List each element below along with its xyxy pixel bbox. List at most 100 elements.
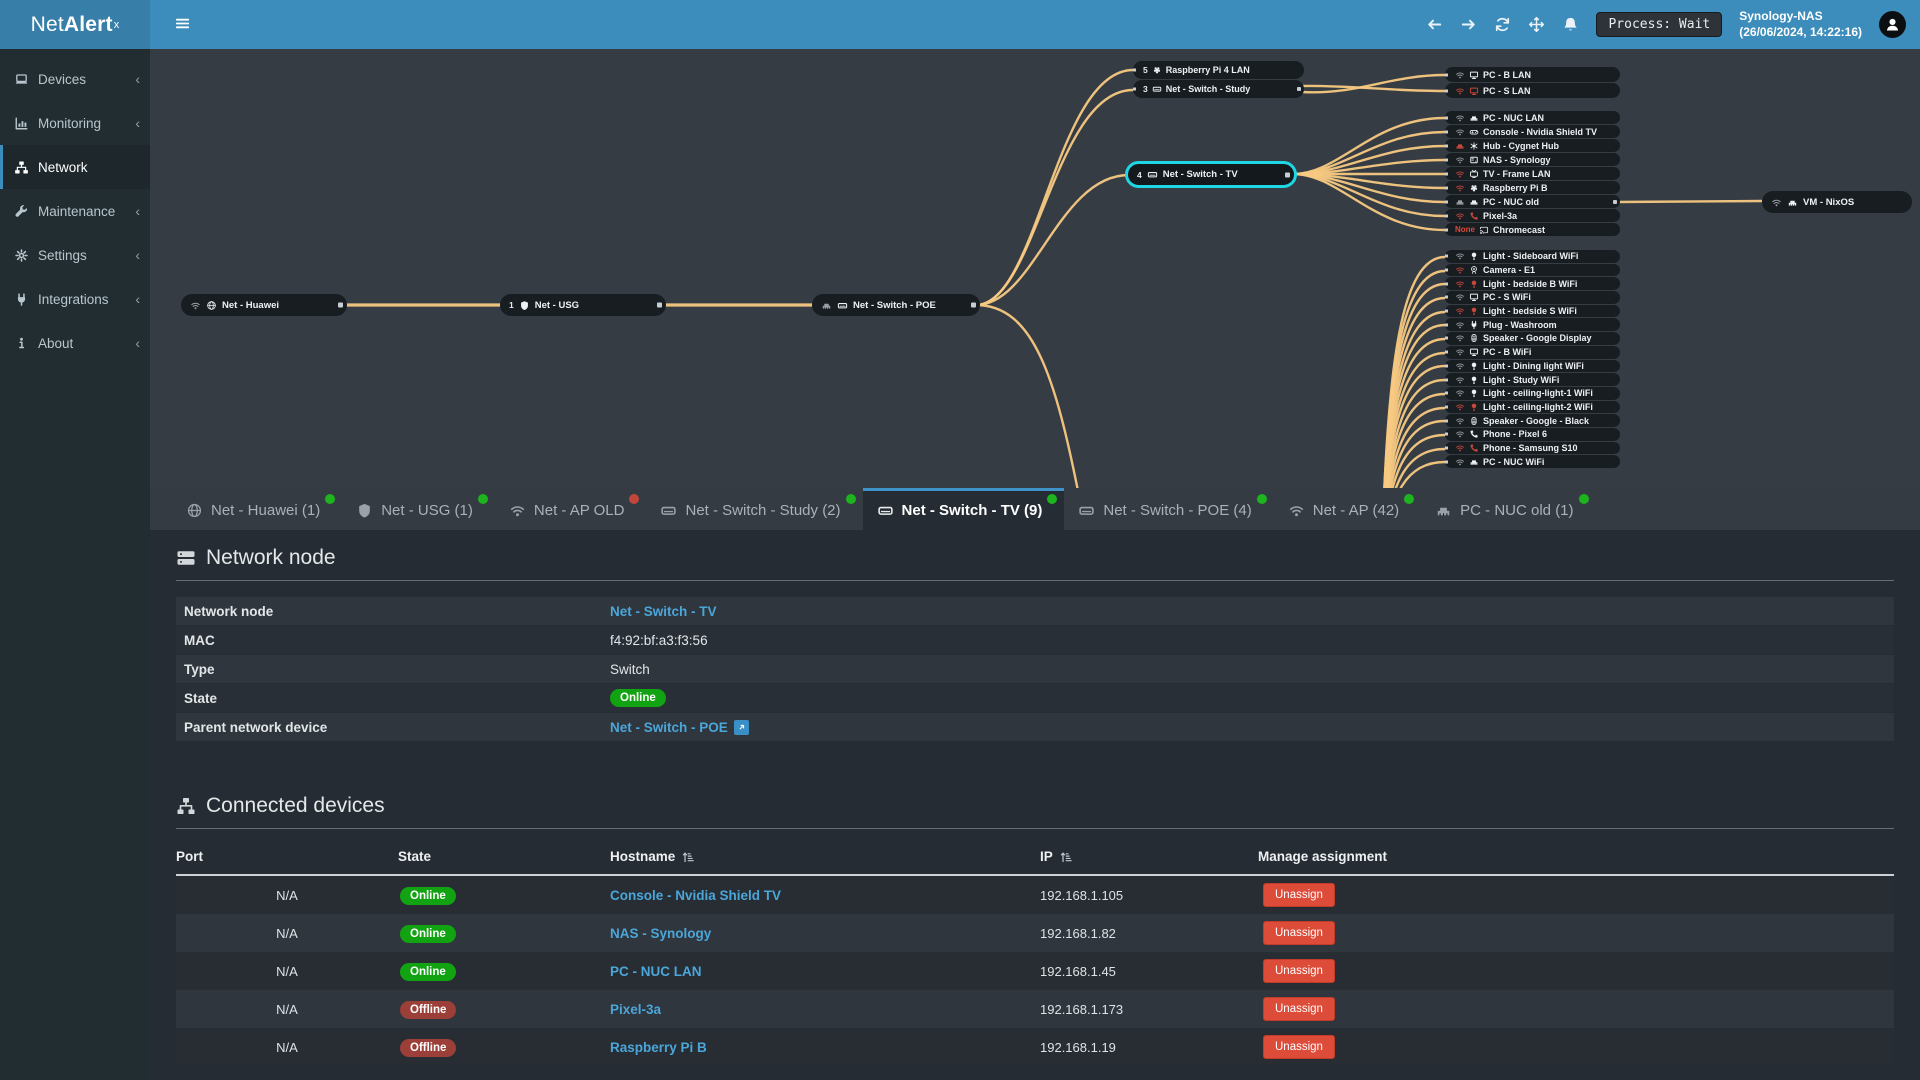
device-node[interactable]: Pixel-3a [1445, 209, 1620, 222]
unassign-button[interactable]: Unassign [1263, 883, 1335, 907]
device-node[interactable]: Phone - Pixel 6 [1445, 427, 1620, 441]
device-node[interactable]: Light - Study WiFi [1445, 373, 1620, 386]
device-node[interactable]: Camera - E1 [1445, 263, 1620, 277]
unassign-button[interactable]: Unassign [1263, 921, 1335, 945]
network-node-tab[interactable]: Net - Switch - Study (2) [646, 488, 862, 530]
network-node-tab[interactable]: Net - AP (42) [1274, 488, 1421, 530]
hostname-link[interactable]: PC - NUC LAN [610, 964, 1040, 979]
device-icon [1469, 211, 1479, 221]
diagram-node-net-switch-tv-selected[interactable]: 4 Net - Switch - TV [1125, 161, 1297, 188]
notifications-bell-icon[interactable] [1562, 16, 1579, 33]
sidebar-item[interactable]: Monitoring ‹ [0, 101, 150, 145]
diagram-node-net-huawei[interactable]: Net - Huawei [181, 294, 347, 316]
node-label: PC - NUC LAN [1483, 112, 1544, 123]
network-topology-diagram[interactable]: Net - Huawei 1 Net - USG Net - Switch - … [150, 49, 1920, 488]
topology-links [345, 68, 1763, 488]
hostname-link[interactable]: Pixel-3a [610, 1002, 1040, 1017]
network-node-tab[interactable]: Net - Switch - POE (4) [1064, 488, 1273, 530]
device-node[interactable]: Speaker - Google Display [1445, 332, 1620, 345]
sidebar-item[interactable]: Maintenance ‹ [0, 189, 150, 233]
device-icon [1469, 416, 1479, 426]
node-label: Light - bedside B WiFi [1483, 278, 1578, 289]
sidebar-item-label: Settings [38, 247, 87, 263]
device-node[interactable]: Plug - Washroom [1445, 318, 1620, 332]
device-node[interactable]: PC - S WiFi [1445, 291, 1620, 304]
device-node[interactable]: Speaker - Google - Black [1445, 414, 1620, 427]
parent-device-link[interactable]: Net - Switch - POE [610, 720, 728, 735]
network-node-tab[interactable]: Net - Huawei (1) [172, 488, 342, 530]
type-value: Switch [610, 661, 650, 677]
sidebar-item[interactable]: Devices ‹ [0, 57, 150, 101]
unassign-button[interactable]: Unassign [1263, 997, 1335, 1021]
hostname-link[interactable]: NAS - Synology [610, 926, 1040, 941]
diagram-node-vm-nixos[interactable]: VM - NixOS [1762, 191, 1912, 213]
move-pan-icon[interactable] [1528, 16, 1545, 33]
device-node[interactable]: Light - Dining light WiFi [1445, 359, 1620, 373]
netalertx-app: Net Alert x Process: Wait Synology-NAS (26… [0, 0, 1920, 1080]
network-node-tab[interactable]: PC - NUC old (1) [1421, 488, 1595, 530]
state-cell: Online [398, 886, 610, 905]
device-icon [1469, 127, 1479, 137]
device-node[interactable]: Raspberry Pi B [1445, 181, 1620, 194]
sort-icon[interactable] [681, 850, 695, 864]
device-node[interactable]: PC - NUC LAN [1445, 111, 1620, 124]
device-node[interactable]: Light - ceiling-light-1 WiFi [1445, 386, 1620, 400]
port-cell: N/A [276, 925, 298, 941]
device-node[interactable]: Light - ceiling-light-2 WiFi [1445, 400, 1620, 414]
node-label: Camera - E1 [1483, 265, 1536, 276]
state-badge: Online [610, 689, 666, 707]
nav-forward-icon[interactable] [1460, 16, 1477, 33]
device-node[interactable]: PC - B WiFi [1445, 345, 1620, 359]
app-logo[interactable]: Net Alert x [0, 0, 150, 49]
device-node[interactable]: PC - B LAN [1445, 67, 1620, 82]
node-details-panel: Network node Network node Net - Switch -… [150, 530, 1920, 1079]
column-header-ip[interactable]: IP [1040, 849, 1258, 864]
connection-icon [1455, 70, 1465, 80]
device-node[interactable]: Light - Sideboard WiFi [1445, 250, 1620, 263]
sidebar: Devices ‹ Monitoring ‹ Network Maintenan… [0, 49, 150, 1080]
device-node[interactable]: PC - NUC WiFi [1445, 455, 1620, 468]
device-node[interactable]: PC - S LAN [1445, 83, 1620, 98]
unassign-button[interactable]: Unassign [1263, 1035, 1335, 1059]
diagram-node-net-usg[interactable]: 1 Net - USG [500, 294, 666, 316]
device-node[interactable]: Console - Nvidia Shield TV [1445, 125, 1620, 138]
diagram-node[interactable]: 3 Net - Switch - Study [1133, 80, 1304, 98]
network-node-tab[interactable]: Net - AP OLD [495, 488, 647, 530]
hostname-link[interactable]: Raspberry Pi B [610, 1040, 1040, 1055]
connection-icon [1455, 443, 1465, 453]
sort-icon[interactable] [1059, 850, 1073, 864]
device-node[interactable]: Hub - Cygnet Hub [1445, 139, 1620, 152]
device-node[interactable]: NAS - Synology [1445, 153, 1620, 166]
sidebar-item[interactable]: Integrations ‹ [0, 277, 150, 321]
sidebar-item[interactable]: Network [0, 145, 150, 189]
connection-icon [1455, 292, 1465, 302]
device-node[interactable]: Light - bedside B WiFi [1445, 277, 1620, 291]
sidebar-item[interactable]: About ‹ [0, 321, 150, 365]
external-link-icon[interactable] [733, 719, 749, 735]
process-status-badge[interactable]: Process: Wait [1596, 12, 1723, 37]
device-node[interactable]: Light - bedside S WiFi [1445, 304, 1620, 318]
diagram-node-net-switch-poe[interactable]: Net - Switch - POE [812, 294, 980, 316]
diagram-node[interactable]: 5 Raspberry Pi 4 LAN [1133, 61, 1304, 79]
child-count-badge: 4 [1137, 169, 1142, 180]
refresh-icon[interactable] [1494, 16, 1511, 33]
sidebar-item[interactable]: Settings ‹ [0, 233, 150, 277]
node-label: Speaker - Google Display [1483, 333, 1592, 344]
network-node-link[interactable]: Net - Switch - TV [610, 604, 717, 619]
sidebar-toggle-icon[interactable] [164, 0, 200, 49]
device-node[interactable]: TV - Frame LAN [1445, 167, 1620, 180]
device-node[interactable]: Phone - Samsung S10 [1445, 441, 1620, 455]
nav-back-icon[interactable] [1426, 16, 1443, 33]
hostname-link[interactable]: Console - Nvidia Shield TV [610, 888, 1040, 903]
sidebar-item-icon [14, 248, 29, 263]
tab-label: Net - Huawei (1) [211, 502, 321, 519]
device-node[interactable]: None Chromecast [1445, 223, 1620, 236]
device-node[interactable]: PC - NUC old [1445, 195, 1620, 208]
network-node-tab[interactable]: Net - USG (1) [342, 488, 495, 530]
network-node-tab[interactable]: Net - Switch - TV (9) [862, 488, 1065, 530]
user-avatar[interactable] [1879, 11, 1906, 38]
chevron-left-icon: ‹ [135, 71, 140, 87]
column-header-hostname[interactable]: Hostname [610, 849, 1040, 864]
unassign-button[interactable]: Unassign [1263, 959, 1335, 983]
table-row: N/A Online Console - Nvidia Shield TV 19… [176, 876, 1894, 914]
